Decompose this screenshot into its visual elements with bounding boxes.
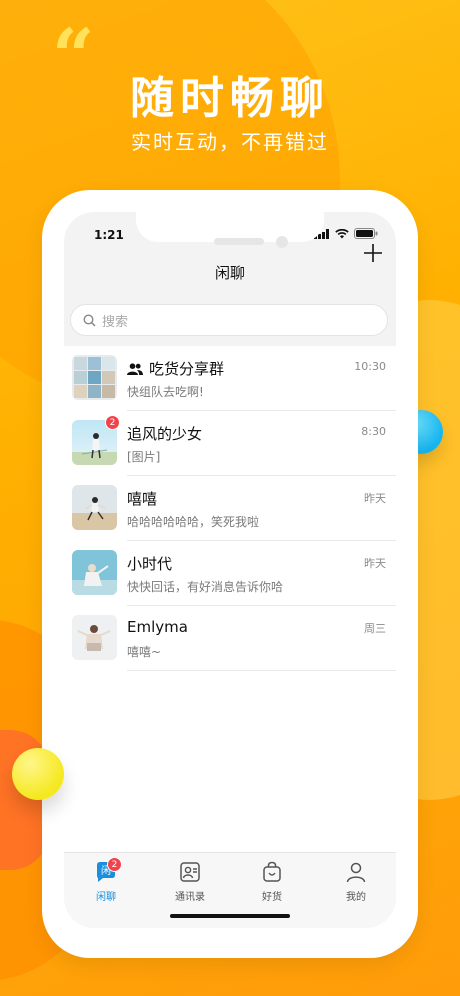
status-time: 1:21 [94, 228, 124, 242]
chat-list: 吃货分享群 快组队去吃啊! 10:30 2 追风的少女 [图片] 8:30 嘻嘻… [64, 346, 396, 671]
chat-time: 10:30 [354, 360, 386, 373]
divider [127, 670, 396, 671]
chat-time: 8:30 [361, 425, 386, 438]
phone-screen: 1:21 闲聊 搜索 吃货分享群 快组队去吃啊! 10:30 2 追风的少女 [… [64, 212, 396, 928]
nav-bar: 闲聊 [64, 244, 396, 294]
search-input[interactable]: 搜索 [70, 304, 388, 336]
group-avatar [72, 355, 117, 400]
chat-last-message: 嘻嘻~ [127, 645, 162, 659]
unread-badge: 2 [105, 415, 120, 430]
avatar [72, 485, 117, 530]
search-area: 搜索 [64, 294, 396, 346]
search-icon [83, 313, 96, 327]
promo-headline: 随时畅聊 [130, 73, 330, 124]
chat-name: Emlyma [127, 618, 188, 636]
tab-goods[interactable]: 好货 [242, 861, 302, 903]
tab-contacts[interactable]: 通讯录 [160, 861, 220, 903]
chat-row[interactable]: 小时代 快快回话，有好消息告诉你哈 昨天 [64, 541, 396, 606]
battery-icon [354, 228, 378, 239]
promo-subline: 实时互动，不再错过 [131, 130, 329, 154]
tab-label: 好货 [262, 892, 282, 903]
wifi-icon [335, 228, 349, 238]
tab-profile[interactable]: 我的 [326, 861, 386, 903]
avatar [72, 550, 117, 595]
front-camera [276, 236, 288, 248]
tab-label: 闲聊 [96, 892, 116, 903]
add-icon[interactable] [362, 242, 384, 264]
shopping-bag-icon [263, 861, 281, 882]
group-icon [127, 362, 143, 375]
chat-time: 周三 [364, 622, 386, 635]
home-indicator[interactable] [170, 914, 290, 918]
search-placeholder: 搜索 [102, 314, 129, 330]
tab-chat[interactable]: 闲 2 闲聊 [76, 857, 136, 903]
chat-name: 嘻嘻 [127, 490, 158, 508]
chat-time: 昨天 [364, 557, 386, 570]
user-icon [346, 862, 366, 883]
tab-unread-badge: 2 [107, 857, 122, 872]
chat-name: 吃货分享群 [127, 358, 224, 379]
chat-row[interactable]: 2 追风的少女 [图片] 8:30 [64, 411, 396, 476]
tab-bar: 闲 2 闲聊 通讯录 好货 我的 [64, 852, 396, 928]
chat-row[interactable]: Emlyma 嘻嘻~ 周三 [64, 606, 396, 671]
chat-row[interactable]: 嘻嘻 哈哈哈哈哈哈，笑死我啦 昨天 [64, 476, 396, 541]
chat-name: 小时代 [127, 555, 173, 573]
chat-name: 追风的少女 [127, 425, 203, 443]
tab-label: 我的 [346, 892, 366, 903]
speaker-grille [214, 238, 264, 245]
tab-label: 通讯录 [175, 892, 205, 903]
chat-last-message: 快快回话，有好消息告诉你哈 [127, 580, 284, 594]
system-icons [314, 228, 378, 239]
phone-frame: 1:21 闲聊 搜索 吃货分享群 快组队去吃啊! 10:30 2 追风的少女 [… [42, 190, 418, 958]
chat-last-message: 快组队去吃啊! [127, 385, 204, 399]
chat-row[interactable]: 吃货分享群 快组队去吃啊! 10:30 [64, 346, 396, 411]
avatar [72, 615, 117, 660]
page-title: 闲聊 [214, 264, 245, 282]
decorative-yellow-ball [12, 748, 64, 800]
chat-time: 昨天 [364, 492, 386, 505]
chat-last-message: [图片] [127, 450, 161, 464]
chat-last-message: 哈哈哈哈哈哈，笑死我啦 [127, 515, 260, 529]
contacts-icon [180, 862, 200, 882]
